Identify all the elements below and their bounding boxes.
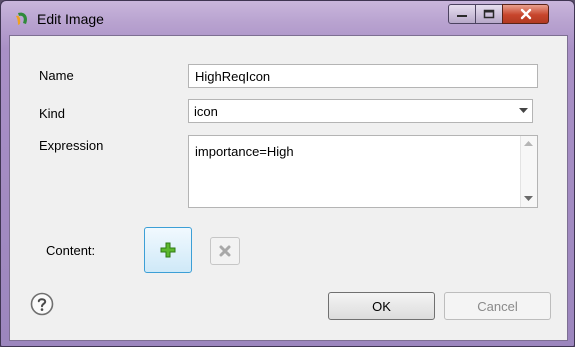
minimize-button[interactable]	[448, 4, 476, 24]
kind-selected-value: icon	[194, 104, 218, 119]
add-content-button[interactable]	[144, 227, 192, 273]
window-title: Edit Image	[37, 11, 104, 27]
close-button[interactable]	[502, 4, 549, 24]
title-bar[interactable]: Edit Image	[1, 1, 574, 35]
remove-content-button[interactable]	[210, 237, 240, 265]
content-label: Content:	[46, 243, 96, 258]
ok-button[interactable]: OK	[328, 292, 435, 320]
cancel-button[interactable]: Cancel	[444, 292, 551, 320]
name-input[interactable]	[188, 64, 538, 88]
kind-label: Kind	[39, 106, 66, 121]
minimize-icon	[457, 15, 467, 17]
scroll-down-icon[interactable]	[524, 196, 533, 202]
x-icon	[219, 245, 231, 257]
kind-dropdown[interactable]: icon	[188, 99, 533, 123]
maximize-button[interactable]	[475, 4, 503, 24]
dialog-body: Name Kind icon Expression importance=Hig…	[9, 35, 568, 341]
edit-image-dialog: Edit Image Name Kind icon Expression imp…	[0, 0, 575, 347]
close-icon	[520, 8, 531, 20]
dropdown-arrow-icon[interactable]	[514, 100, 532, 122]
name-label: Name	[39, 68, 74, 83]
expression-scrollbar[interactable]	[520, 136, 537, 207]
help-icon[interactable]	[30, 292, 54, 316]
scroll-up-icon[interactable]	[524, 141, 533, 147]
expression-label: Expression	[39, 138, 104, 153]
expression-text: importance=High	[195, 144, 294, 159]
maximize-icon	[483, 9, 495, 19]
plus-icon	[160, 242, 176, 258]
app-icon	[16, 12, 28, 25]
expression-textarea[interactable]: importance=High	[188, 135, 538, 208]
